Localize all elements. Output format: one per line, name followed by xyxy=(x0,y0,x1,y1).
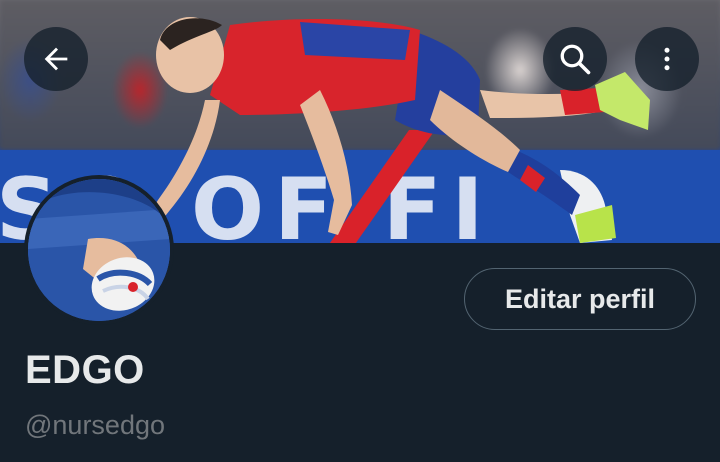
avatar-image xyxy=(28,179,170,321)
more-vertical-icon xyxy=(664,47,670,71)
search-button[interactable] xyxy=(543,27,607,91)
search-icon xyxy=(560,44,591,75)
more-options-button[interactable] xyxy=(635,27,699,91)
arrow-left-icon xyxy=(44,47,68,71)
edit-profile-button[interactable]: Editar perfil xyxy=(464,268,696,330)
back-button[interactable] xyxy=(24,27,88,91)
avatar[interactable] xyxy=(24,175,174,325)
profile-display-name: EDGO xyxy=(25,348,145,392)
profile-handle: @nursedgo xyxy=(25,410,165,440)
